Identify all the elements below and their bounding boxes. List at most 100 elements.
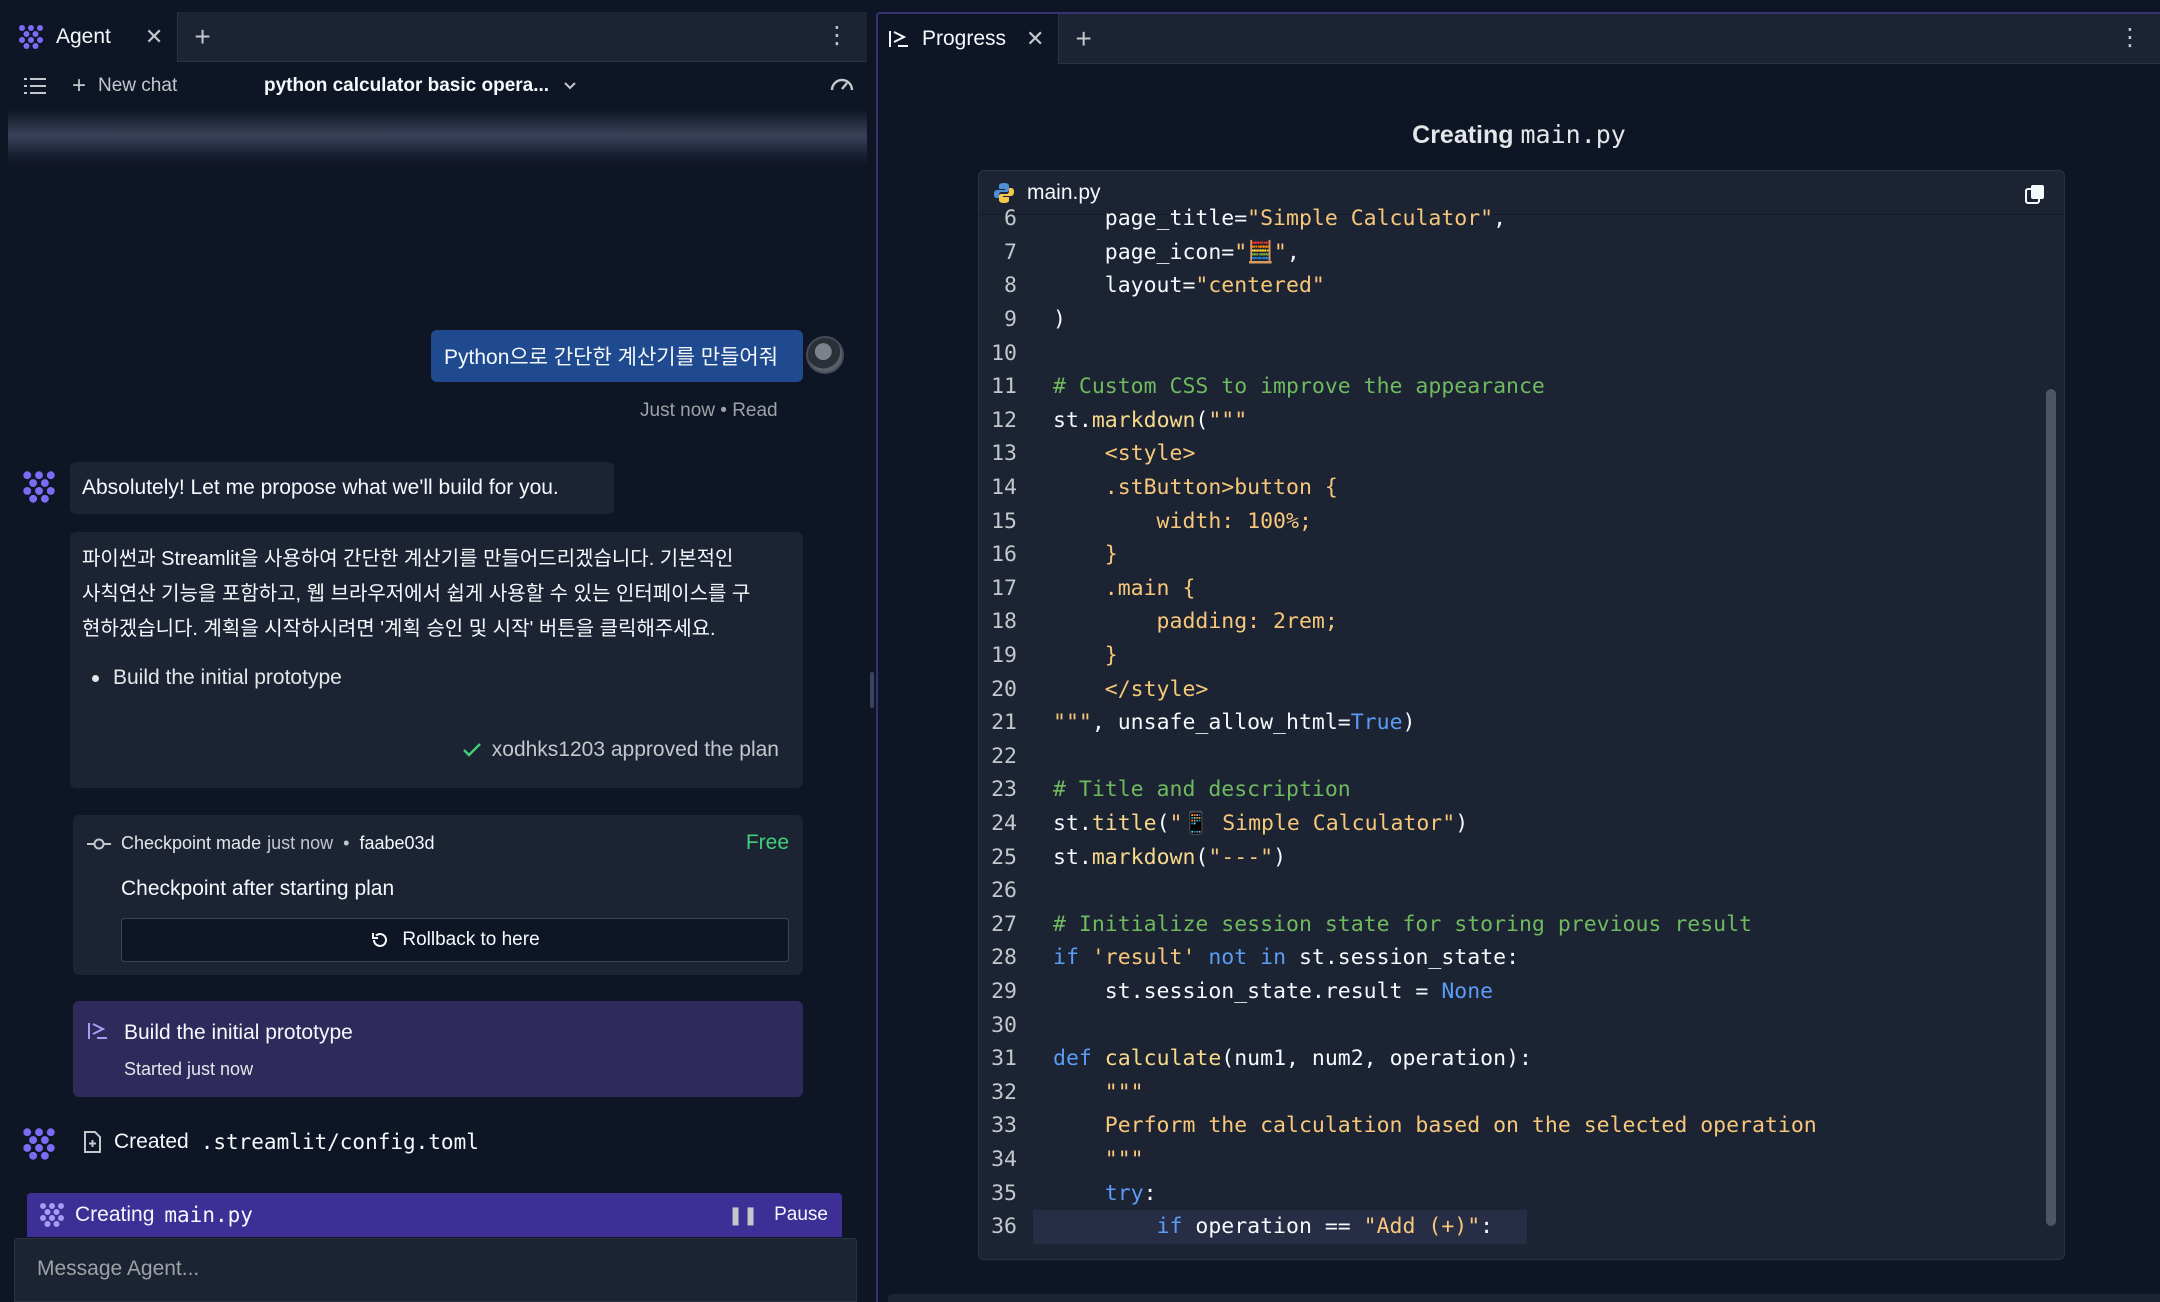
code-line: 35 try: [979, 1176, 2064, 1210]
code-line: 18 padding: 2rem; [979, 605, 2064, 639]
line-number: 23 [991, 777, 1017, 803]
line-number: 8 [1004, 273, 1017, 299]
chat-subheader: + New chat python calculator basic opera… [8, 62, 867, 110]
line-number: 17 [991, 575, 1017, 601]
editor-scrollbar[interactable] [2046, 389, 2056, 1226]
tab-progress[interactable]: Progress ✕ [878, 13, 1060, 64]
line-code: if operation == "Add (+)": [1156, 1214, 1494, 1240]
line-number: 20 [991, 676, 1017, 702]
line-code: # Custom CSS to improve the appearance [1053, 374, 1545, 400]
code-line: 31 def calculate(num1, num2, operation): [979, 1042, 2064, 1076]
line-number: 27 [991, 911, 1017, 937]
progress-pane: Progress ✕ + ⋮ Creating main.py main.py … [876, 12, 2160, 1302]
plan-bullet-text: Build the initial prototype [113, 666, 342, 689]
line-number: 36 [991, 1214, 1017, 1240]
code-line: 16 } [979, 538, 2064, 572]
line-code: st.markdown(""" [1053, 407, 1248, 433]
rollback-button[interactable]: Rollback to here [121, 918, 789, 962]
approved-text: xodhks1203 approved the plan [491, 738, 779, 761]
line-number: 35 [991, 1180, 1017, 1206]
code-line: 29 st.session_state.result = None [979, 975, 2064, 1009]
line-code: st.markdown("---") [1053, 844, 1287, 870]
code-line: 9) [979, 303, 2064, 337]
bullet-dot [92, 674, 99, 682]
line-code: padding: 2rem; [1053, 609, 1338, 635]
task-card[interactable]: Build the initial prototype Started just… [73, 1001, 803, 1097]
plan-text-line: 파이썬과 Streamlit을 사용하여 간단한 계산기를 만들어드리겠습니다.… [82, 548, 734, 570]
code-line: 12 st.markdown(""" [979, 404, 2064, 438]
plan-text-line: 사칙연산 기능을 포함하고, 웹 브라우저에서 쉽게 사용할 수 있는 인터페이… [82, 583, 751, 605]
line-code: """, unsafe_allow_html=True) [1053, 710, 1416, 736]
checkpoint-card: Checkpoint made just now • faabe03d Free… [73, 815, 803, 975]
kebab-icon[interactable]: ⋮ [2118, 26, 2142, 50]
code-body[interactable]: 6 page_title="Simple Calculator", 7 page_… [979, 206, 2064, 1259]
code-line: 32 """ [979, 1076, 2064, 1110]
line-number: 22 [991, 743, 1017, 769]
progress-heading-prefix: Creating [1412, 121, 1514, 149]
message-input[interactable]: Message Agent... [14, 1238, 857, 1302]
line-number: 29 [991, 979, 1017, 1005]
check-icon [462, 743, 481, 757]
checkpoint-hash[interactable]: faabe03d [359, 833, 434, 854]
task-icon [889, 30, 908, 47]
plus-icon[interactable]: + [1075, 24, 1091, 53]
chevron-down-icon [564, 82, 576, 90]
line-number: 31 [991, 1046, 1017, 1072]
progress-bottom-strip [888, 1294, 2160, 1302]
line-number: 19 [991, 643, 1017, 669]
line-code: try: [1104, 1180, 1157, 1206]
tab-agent[interactable]: Agent ✕ [8, 11, 179, 62]
close-icon[interactable]: ✕ [145, 24, 163, 50]
checkpoint-price: Free [745, 831, 789, 854]
app-root: Agent ✕ + ⋮ + New chat python calculator… [0, 0, 2160, 1302]
message-meta: Just now • Read [640, 400, 778, 421]
user-message-text: Python으로 간단한 계산기를 만들어줘 [444, 346, 779, 369]
list-icon[interactable] [24, 77, 46, 95]
code-line: 19 } [979, 639, 2064, 673]
avatar[interactable] [806, 336, 844, 374]
creating-file-name: main.py [164, 1203, 253, 1227]
progress-tabbar: Progress ✕ + ⋮ [878, 13, 2160, 64]
message-input-placeholder: Message Agent... [37, 1257, 200, 1280]
rollback-label: Rollback to here [402, 929, 540, 950]
pane-resize-handle[interactable] [870, 672, 874, 708]
code-editor: main.py 6 page_title="Simple Calculator"… [978, 170, 2065, 1260]
gauge-icon[interactable] [829, 72, 855, 98]
progress-heading: Creating main.py [878, 120, 2160, 150]
line-code: page_title="Simple Calculator", [1053, 206, 1507, 232]
code-line: 23 # Title and description [979, 773, 2064, 807]
plus-icon[interactable]: + [194, 22, 210, 51]
chat-title: python calculator basic opera... [264, 75, 550, 96]
tab-progress-label: Progress [922, 26, 1007, 50]
progress-heading-file: main.py [1520, 120, 1626, 149]
line-number: 9 [1004, 307, 1017, 333]
rollback-icon [372, 932, 388, 947]
code-line: 27 # Initialize session state for storing… [979, 908, 2064, 942]
close-icon[interactable]: ✕ [1026, 26, 1044, 52]
line-number: 21 [991, 710, 1017, 736]
line-code: } [1053, 643, 1118, 669]
approved-status: xodhks1203 approved the plan [462, 738, 779, 762]
code-line: 14 .stButton>button { [979, 471, 2064, 505]
line-code: page_icon="🧮", [1053, 239, 1300, 265]
agent-logo-icon [19, 24, 43, 49]
checkpoint-title: Checkpoint after starting plan [121, 877, 395, 900]
agent-logo-icon [40, 1203, 64, 1227]
checkpoint-header: Checkpoint made just now • faabe03d [87, 833, 435, 854]
created-file-row[interactable]: Created .streamlit/config.toml [82, 1130, 479, 1154]
plan-bullet: Build the initial prototype [92, 666, 342, 690]
code-line: 7 page_icon="🧮", [979, 236, 2064, 270]
line-code: .stButton>button { [1053, 475, 1338, 501]
pause-button[interactable]: ❚❚ Pause [728, 1204, 828, 1226]
checkpoint-label: Checkpoint made [121, 833, 262, 853]
user-message-bubble: Python으로 간단한 계산기를 만들어줘 [431, 330, 803, 382]
line-code: # Title and description [1053, 777, 1351, 803]
new-chat-button[interactable]: + New chat [72, 74, 177, 98]
chat-title-dropdown[interactable]: python calculator basic opera... [264, 75, 577, 97]
line-number: 32 [991, 1079, 1017, 1105]
code-line: 21 """, unsafe_allow_html=True) [979, 706, 2064, 740]
kebab-icon[interactable]: ⋮ [825, 24, 849, 48]
code-line: 11 # Custom CSS to improve the appearance [979, 370, 2064, 404]
agent-reply-bubble: Absolutely! Let me propose what we'll bu… [70, 462, 614, 514]
code-line: 33 Perform the calculation based on the … [979, 1109, 2064, 1143]
